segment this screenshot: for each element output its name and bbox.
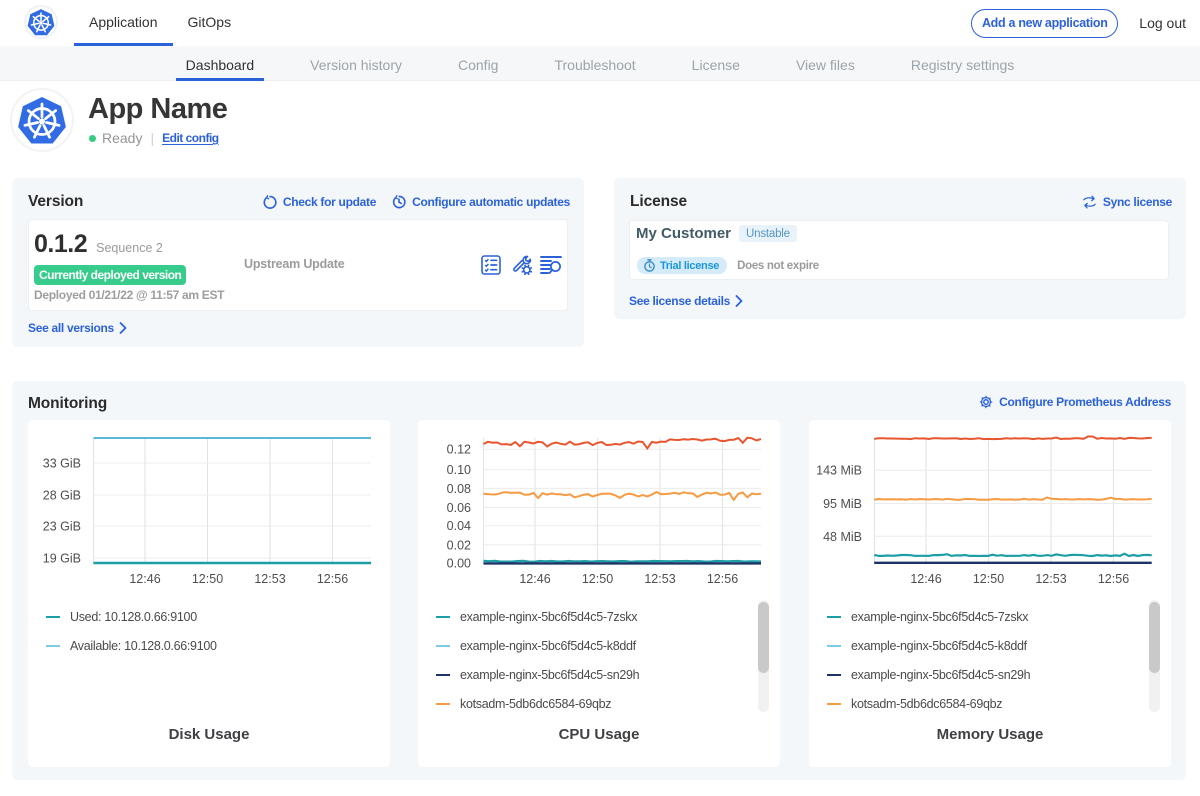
- svg-text:0.12: 0.12: [447, 443, 471, 457]
- svg-text:0.06: 0.06: [447, 501, 471, 515]
- svg-text:12:50: 12:50: [582, 572, 613, 586]
- svg-text:28 GiB: 28 GiB: [43, 489, 81, 503]
- svg-text:0.02: 0.02: [447, 538, 471, 552]
- svg-text:12:56: 12:56: [1098, 572, 1129, 586]
- svg-text:12:46: 12:46: [519, 572, 550, 586]
- svg-text:143 MiB: 143 MiB: [816, 464, 862, 478]
- svg-text:12:53: 12:53: [254, 572, 285, 586]
- svg-text:12:50: 12:50: [192, 572, 223, 586]
- svg-text:12:46: 12:46: [910, 572, 941, 586]
- svg-text:95 MiB: 95 MiB: [823, 497, 862, 511]
- svg-text:0.00: 0.00: [447, 557, 471, 571]
- svg-text:19 GiB: 19 GiB: [43, 552, 81, 566]
- svg-text:12:56: 12:56: [707, 572, 738, 586]
- svg-text:0.04: 0.04: [447, 519, 471, 533]
- svg-text:12:46: 12:46: [129, 572, 160, 586]
- svg-text:12:50: 12:50: [973, 572, 1004, 586]
- svg-text:23 GiB: 23 GiB: [43, 520, 81, 534]
- svg-text:0.08: 0.08: [447, 482, 471, 496]
- svg-text:0.10: 0.10: [447, 463, 471, 477]
- svg-text:12:53: 12:53: [1035, 572, 1066, 586]
- svg-text:12:56: 12:56: [317, 572, 348, 586]
- svg-text:12:53: 12:53: [644, 572, 675, 586]
- svg-text:48 MiB: 48 MiB: [823, 530, 862, 544]
- svg-text:33 GiB: 33 GiB: [43, 457, 81, 471]
